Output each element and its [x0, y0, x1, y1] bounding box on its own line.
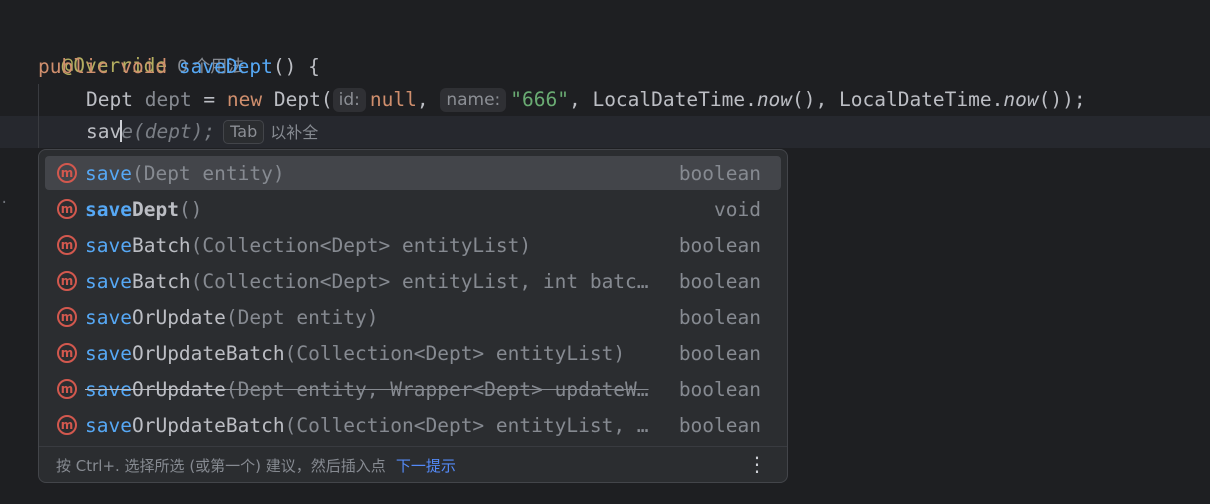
return-type: boolean — [678, 341, 761, 365]
completion-params: (Collection<Dept> entityList) — [190, 233, 532, 257]
completion-item[interactable]: m saveOrUpdateBatch (Collection<Dept> en… — [45, 408, 781, 442]
completion-name: saveDept — [85, 197, 179, 221]
code-rest1: , LocalDateTime. — [568, 88, 757, 111]
null-literal: null — [369, 88, 417, 111]
code-line-typing[interactable]: save(dept); Tab 以补全 — [86, 116, 318, 148]
now-call-2: now — [1003, 88, 1039, 111]
ctor: Dept( — [262, 88, 333, 111]
completion-name: saveOrUpdateBatch — [85, 341, 285, 365]
method-name: saveDept — [178, 55, 273, 78]
return-type: boolean — [678, 305, 761, 329]
code-line-signature[interactable]: public void saveDept() { — [38, 51, 320, 83]
return-type: boolean — [678, 413, 761, 437]
completion-name: saveBatch — [85, 269, 191, 293]
completion-item[interactable]: m saveDept () void — [45, 192, 781, 226]
completion-params: (Dept entity, Wrapper<Dept> updateW… — [225, 377, 649, 401]
assign: = — [191, 88, 227, 111]
completion-params: (Collection<Dept> entityList) — [284, 341, 626, 365]
method-icon: m — [57, 271, 77, 291]
completion-footer: 按 Ctrl+. 选择所选 (或第一个) 建议，然后插入点 下一提示 ⋮ — [39, 446, 787, 482]
inlay-hint-id: id: — [332, 88, 366, 112]
inlay-hint-name: name: — [440, 88, 507, 112]
now-call-1: now — [756, 88, 793, 111]
code-line-dept[interactable]: Dept dept = new Dept(id: null, name: "666"… — [86, 84, 1086, 116]
return-type: boolean — [678, 377, 761, 401]
code-line-annotation[interactable]: @Override 0 个用法 — [38, 18, 244, 77]
inline-completion-ghost: e(dept); — [121, 120, 216, 143]
completion-item[interactable]: m save (Dept entity) boolean — [45, 156, 781, 190]
gutter-marker: · — [0, 195, 9, 211]
kw-new: new — [226, 88, 263, 111]
return-type: boolean — [678, 161, 761, 185]
completion-name: saveOrUpdate — [85, 377, 226, 401]
completion-item-deprecated[interactable]: m saveOrUpdate (Dept entity, Wrapper<Dep… — [45, 372, 781, 406]
footer-hint: 按 Ctrl+. 选择所选 (或第一个) 建议，然后插入点 — [56, 456, 386, 475]
kw-void: void — [120, 55, 168, 78]
method-icon: m — [57, 307, 77, 327]
return-type: boolean — [678, 269, 761, 293]
return-type: void — [714, 197, 761, 221]
signature-rest: () { — [272, 55, 320, 78]
completion-params: (Dept entity) — [225, 305, 379, 329]
more-options-icon[interactable]: ⋮ — [747, 452, 767, 476]
completion-item[interactable]: m saveOrUpdate (Dept entity) boolean — [45, 300, 781, 334]
method-icon: m — [57, 415, 77, 435]
method-icon: m — [57, 379, 77, 399]
comma: , — [416, 88, 441, 111]
indent-guide — [38, 84, 39, 148]
completion-item[interactable]: m saveBatch (Collection<Dept> entityList… — [45, 228, 781, 262]
completion-params: (Collection<Dept> entityList, … — [284, 413, 649, 437]
method-icon: m — [57, 199, 77, 219]
tab-key-hint[interactable]: Tab — [223, 120, 265, 144]
return-type: boolean — [678, 233, 761, 257]
completion-name: saveOrUpdateBatch — [85, 413, 285, 437]
next-tip-link[interactable]: 下一提示 — [396, 455, 456, 476]
typed-text: sav — [86, 120, 122, 143]
code-rest3: ()); — [1038, 88, 1086, 111]
method-icon: m — [57, 235, 77, 255]
completion-item[interactable]: m saveBatch (Collection<Dept> entityList… — [45, 264, 781, 298]
code-rest2: (), LocalDateTime. — [792, 88, 1004, 111]
string-literal: "666" — [510, 88, 569, 111]
var-dept: dept — [144, 88, 192, 111]
completion-params: (Dept entity) — [131, 161, 285, 185]
tab-complete-hint: 以补全 — [270, 123, 319, 142]
completion-name: saveOrUpdate — [85, 305, 226, 329]
completion-name: save — [85, 161, 132, 185]
completion-name: saveBatch — [85, 233, 191, 257]
kw-public: public — [38, 55, 109, 78]
type-dept: Dept — [86, 88, 133, 111]
completion-item[interactable]: m saveOrUpdateBatch (Collection<Dept> en… — [45, 336, 781, 370]
completion-params: (Collection<Dept> entityList, int batc… — [190, 269, 649, 293]
completion-params: () — [178, 197, 203, 221]
method-icon: m — [57, 163, 77, 183]
completion-popup[interactable]: m save (Dept entity) boolean m saveDept … — [38, 149, 788, 483]
method-icon: m — [57, 343, 77, 363]
